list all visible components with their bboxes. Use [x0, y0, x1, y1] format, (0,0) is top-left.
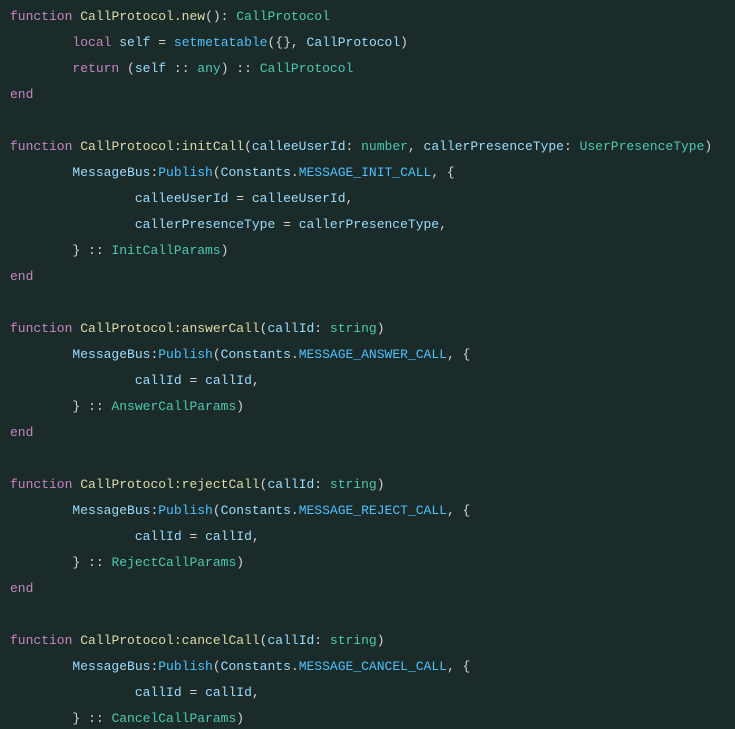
call-publish: Publish — [158, 347, 213, 362]
field-value: callerPresenceType — [299, 217, 439, 232]
code-line: } :: InitCallParams) — [10, 243, 228, 258]
param-name: callId — [267, 477, 314, 492]
code-line: callerPresenceType = callerPresenceType, — [10, 217, 447, 232]
identifier: CallProtocol — [307, 35, 401, 50]
field-value: callId — [205, 373, 252, 388]
param-type: string — [330, 633, 377, 648]
identifier: Constants — [221, 347, 291, 362]
keyword-end: end — [10, 581, 33, 596]
code-editor[interactable]: function CallProtocol.new(): CallProtoco… — [0, 0, 735, 729]
cast-type: InitCallParams — [111, 243, 220, 258]
param-type: number — [361, 139, 408, 154]
cast-type: CancelCallParams — [111, 711, 236, 726]
param-type: UserPresenceType — [580, 139, 705, 154]
keyword-end: end — [10, 87, 33, 102]
method-name: CallProtocol:initCall — [80, 139, 244, 154]
call-publish: Publish — [158, 659, 213, 674]
identifier: self — [119, 35, 150, 50]
code-line: callId = callId, — [10, 373, 260, 388]
keyword-function: function — [10, 477, 72, 492]
method-name: CallProtocol:rejectCall — [80, 477, 259, 492]
cast-type: AnswerCallParams — [111, 399, 236, 414]
keyword-end: end — [10, 425, 33, 440]
code-line: MessageBus:Publish(Constants.MESSAGE_REJ… — [10, 503, 470, 518]
field-value: callId — [205, 529, 252, 544]
message-constant: MESSAGE_REJECT_CALL — [299, 503, 447, 518]
code-line: return (self :: any) :: CallProtocol — [10, 61, 353, 76]
code-line: MessageBus:Publish(Constants.MESSAGE_ANS… — [10, 347, 470, 362]
code-line: } :: AnswerCallParams) — [10, 399, 244, 414]
field-value: callId — [205, 685, 252, 700]
code-line: callId = callId, — [10, 685, 260, 700]
keyword-function: function — [10, 321, 72, 336]
identifier: self — [135, 61, 166, 76]
param-name: callId — [267, 321, 314, 336]
return-type: CallProtocol — [236, 9, 330, 24]
code-line: } :: RejectCallParams) — [10, 555, 244, 570]
code-line: end — [10, 87, 33, 102]
identifier: MessageBus — [72, 503, 150, 518]
call-publish: Publish — [158, 165, 213, 180]
code-line: function CallProtocol:answerCall(callId:… — [10, 321, 385, 336]
field-value: calleeUserId — [252, 191, 346, 206]
field-name: callId — [135, 685, 182, 700]
keyword-function: function — [10, 9, 72, 24]
keyword-end: end — [10, 269, 33, 284]
keyword-function: function — [10, 139, 72, 154]
param-type: string — [330, 321, 377, 336]
call-publish: Publish — [158, 503, 213, 518]
message-constant: MESSAGE_ANSWER_CALL — [299, 347, 447, 362]
field-name: callerPresenceType — [135, 217, 275, 232]
code-line: callId = callId, — [10, 529, 260, 544]
param-name: callId — [267, 633, 314, 648]
code-line: function CallProtocol.new(): CallProtoco… — [10, 9, 330, 24]
code-line: end — [10, 581, 33, 596]
identifier: MessageBus — [72, 659, 150, 674]
code-line: function CallProtocol:initCall(calleeUse… — [10, 139, 712, 154]
field-name: calleeUserId — [135, 191, 229, 206]
code-line: } :: CancelCallParams) — [10, 711, 244, 726]
keyword-function: function — [10, 633, 72, 648]
keyword-local: local — [72, 35, 111, 50]
message-constant: MESSAGE_CANCEL_CALL — [299, 659, 447, 674]
type-any: any — [197, 61, 220, 76]
field-name: callId — [135, 373, 182, 388]
identifier: MessageBus — [72, 347, 150, 362]
method-name: CallProtocol:answerCall — [80, 321, 259, 336]
code-line: MessageBus:Publish(Constants.MESSAGE_INI… — [10, 165, 455, 180]
identifier: Constants — [221, 659, 291, 674]
cast-type: RejectCallParams — [111, 555, 236, 570]
code-line: MessageBus:Publish(Constants.MESSAGE_CAN… — [10, 659, 470, 674]
code-line: end — [10, 269, 33, 284]
identifier: MessageBus — [72, 165, 150, 180]
code-line: calleeUserId = calleeUserId, — [10, 191, 353, 206]
method-name: CallProtocol:cancelCall — [80, 633, 259, 648]
param-type: string — [330, 477, 377, 492]
field-name: callId — [135, 529, 182, 544]
code-line: function CallProtocol:rejectCall(callId:… — [10, 477, 385, 492]
identifier: Constants — [221, 165, 291, 180]
param-name: calleeUserId — [252, 139, 346, 154]
identifier: Constants — [221, 503, 291, 518]
keyword-return: return — [72, 61, 119, 76]
call-setmetatable: setmetatable — [174, 35, 268, 50]
code-line: local self = setmetatable({}, CallProtoc… — [10, 35, 408, 50]
method-name: CallProtocol.new — [80, 9, 205, 24]
message-constant: MESSAGE_INIT_CALL — [299, 165, 432, 180]
code-line: end — [10, 425, 33, 440]
code-line: function CallProtocol:cancelCall(callId:… — [10, 633, 385, 648]
return-type: CallProtocol — [260, 61, 354, 76]
param-name: callerPresenceType — [424, 139, 564, 154]
